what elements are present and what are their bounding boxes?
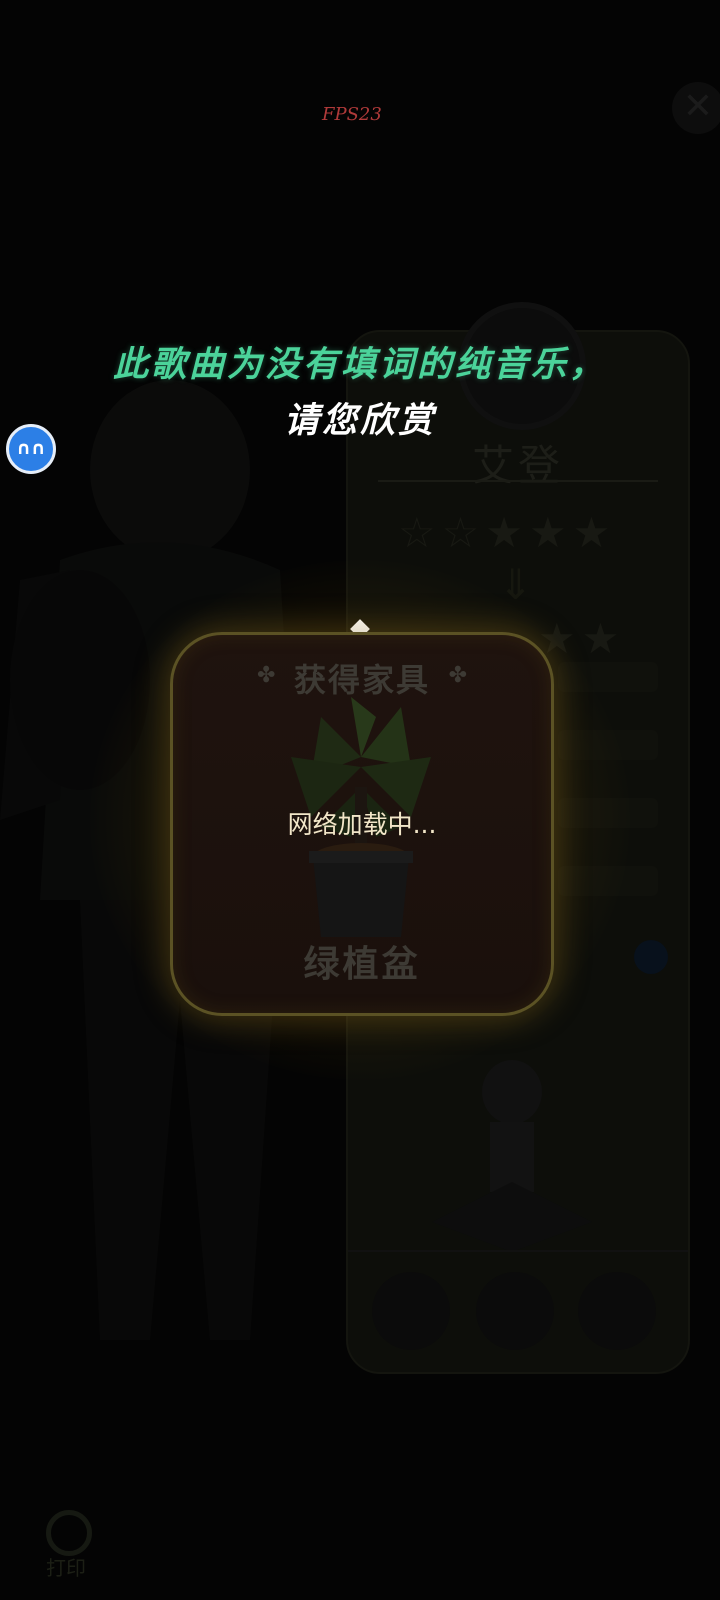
magnifier-icon (46, 1510, 92, 1556)
close-icon[interactable]: ✕ (672, 82, 720, 134)
loading-text: 网络加载中... (287, 810, 437, 839)
info-icon (634, 940, 668, 974)
nav-button (372, 1272, 450, 1350)
reward-card[interactable]: ✤ 获得家具 ✤ 网络加载中... 绿植盆 (170, 632, 554, 1016)
background-bottom-bar (348, 1250, 688, 1372)
lyric-line-1: 此歌曲为没有填词的纯音乐， (112, 344, 607, 385)
search-button[interactable]: 打印 (24, 1506, 104, 1580)
chibi-character-icon (432, 1060, 592, 1252)
game-screen: 艾登 ☆☆★★★ ⇓ ★★ ✕ FPS23 ∩∩ 此歌曲为没有填词的纯音乐， 请… (0, 0, 720, 1600)
card-title: 获得家具 (293, 661, 430, 699)
fps-counter: FPS23 (322, 104, 382, 125)
lyric-line-2: 请您欣赏 (283, 400, 436, 441)
star-rating-icon: ☆☆★★★ (398, 508, 617, 557)
item-name: 绿植盆 (303, 944, 421, 985)
search-label: 打印 (46, 1556, 86, 1580)
nav-button (578, 1272, 656, 1350)
nav-button (476, 1272, 554, 1350)
divider (378, 480, 658, 482)
clover-icon: ✤ (448, 663, 467, 688)
